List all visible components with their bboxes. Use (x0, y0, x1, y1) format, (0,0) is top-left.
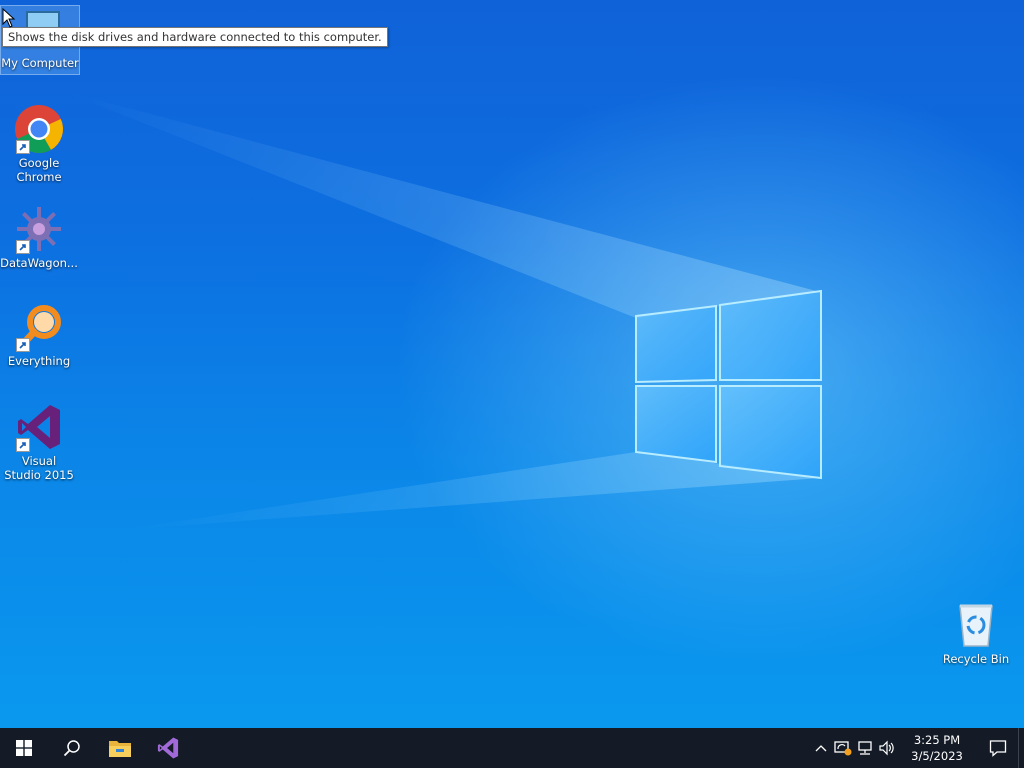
shortcut-arrow-icon (16, 338, 30, 352)
action-center-icon (989, 740, 1007, 757)
desktop-icon-label: Recycle Bin (942, 652, 1010, 666)
shortcut-arrow-icon (16, 240, 30, 254)
desktop-icon-label: DataWagon... (0, 256, 78, 270)
desktop-icon-label: My Computer (1, 56, 79, 70)
search-button[interactable] (48, 728, 96, 768)
start-button[interactable] (0, 728, 48, 768)
tooltip: Shows the disk drives and hardware conne… (2, 27, 388, 47)
chevron-up-icon (815, 745, 827, 752)
desktop-icon-label: Everything (7, 354, 71, 368)
file-explorer-button[interactable] (96, 728, 144, 768)
clock[interactable]: 3:25 PM 3/5/2023 (904, 732, 970, 764)
desktop-icon-label: Visual Studio 2015 (4, 454, 74, 482)
clock-date: 3/5/2023 (911, 749, 963, 763)
desktop-icon-visual-studio-2015[interactable]: Visual Studio 2015 (0, 402, 78, 482)
visual-studio-icon (14, 402, 64, 452)
recycle-bin-icon (951, 600, 1001, 650)
everything-search-icon (14, 302, 64, 352)
action-center-button[interactable] (978, 728, 1018, 768)
update-alert-button[interactable] (832, 728, 854, 768)
mouse-cursor-icon (2, 8, 16, 28)
desktop-icon-google-chrome[interactable]: Google Chrome (0, 104, 78, 184)
network-icon (858, 741, 872, 755)
chrome-icon (14, 104, 64, 154)
network-button[interactable] (854, 728, 876, 768)
update-alert-icon (834, 741, 852, 756)
windows-logo-icon (16, 740, 32, 756)
search-icon (63, 740, 80, 757)
volume-icon (879, 740, 894, 756)
folder-icon (109, 741, 131, 757)
desktop-icon-recycle-bin[interactable]: Recycle Bin (937, 600, 1015, 666)
desktop-icon-label: Google Chrome (16, 156, 62, 184)
visual-studio-icon (157, 737, 179, 759)
show-hidden-icons-button[interactable] (810, 728, 832, 768)
shortcut-arrow-icon (16, 438, 30, 452)
show-desktop-button[interactable] (1018, 728, 1024, 768)
system-tray: 3:25 PM 3/5/2023 (810, 728, 1024, 768)
desktop-icon-everything[interactable]: Everything (0, 302, 78, 368)
volume-button[interactable] (876, 728, 898, 768)
desktop-icon-datawagon[interactable]: DataWagon... (0, 204, 78, 270)
datawagon-icon (14, 204, 64, 254)
clock-time: 3:25 PM (913, 733, 961, 747)
taskbar: 3:25 PM 3/5/2023 (0, 728, 1024, 768)
visual-studio-taskbar-button[interactable] (144, 728, 192, 768)
shortcut-arrow-icon (16, 140, 30, 154)
wallpaper-windows-logo (60, 90, 822, 530)
desktop[interactable]: My Computer Google Chrome DataWagon... E… (0, 0, 1024, 768)
